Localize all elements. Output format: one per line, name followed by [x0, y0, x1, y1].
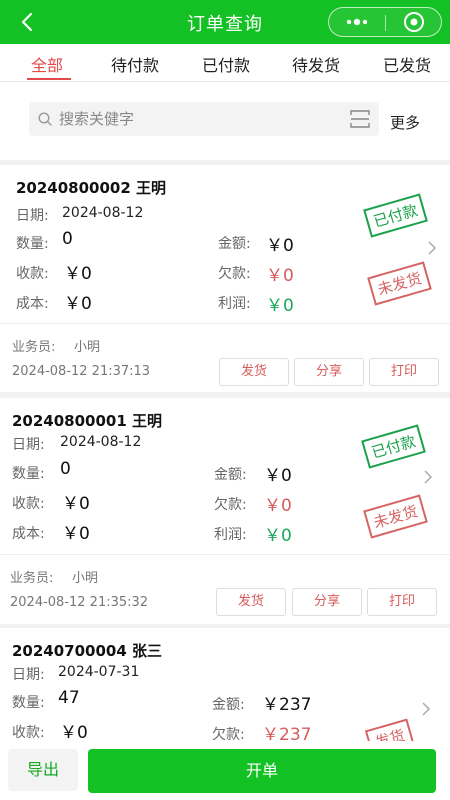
cost-value: ￥0 [62, 524, 90, 544]
owed-label: 欠款: [214, 497, 247, 513]
amount-label: 金额: [218, 236, 251, 252]
search-icon [38, 112, 52, 126]
search-area: 更多 [0, 82, 450, 160]
owed-label: 欠款: [212, 727, 245, 741]
print-button[interactable]: 打印 [367, 588, 437, 616]
date-label: 日期: [12, 437, 45, 453]
received-label: 收款: [12, 725, 45, 741]
cost-label: 成本: [12, 526, 45, 542]
share-button[interactable]: 分享 [294, 358, 364, 386]
quantity-label: 数量: [16, 236, 49, 252]
date-label: 日期: [12, 667, 45, 683]
tab-shipped[interactable]: 已发货 [383, 52, 431, 76]
nav-bar: 订单查询 [0, 0, 450, 44]
mini-program-capsule [328, 7, 442, 37]
more-filter-button[interactable]: 更多 [390, 112, 420, 133]
status-tabs: 全部 待付款 已付款 待发货 已发货 [0, 44, 450, 82]
scan-icon[interactable] [349, 108, 371, 130]
bottom-action-bar: 导出 开单 [0, 741, 450, 800]
order-date: 2024-08-12 [60, 434, 142, 450]
cost-value: ￥0 [64, 294, 92, 314]
unshipped-stamp: 未发货 [363, 494, 428, 539]
tab-paid[interactable]: 已付款 [202, 52, 250, 76]
order-footer: 业务员: 小明 2024-08-12 21:35:32 发货 分享 打印 [0, 554, 450, 624]
share-button[interactable]: 分享 [292, 588, 362, 616]
received-label: 收款: [16, 266, 49, 282]
order-timestamp: 2024-08-12 21:37:13 [12, 364, 151, 379]
amount-value: ￥0 [266, 236, 294, 256]
order-footer: 业务员: 小明 2024-08-12 21:37:13 发货 分享 打印 [0, 323, 450, 392]
quantity-value: 0 [60, 459, 71, 479]
owed-value: ￥237 [262, 725, 312, 741]
order-date: 2024-08-12 [62, 205, 144, 221]
more-dots-icon[interactable] [329, 8, 385, 36]
profit-label: 利润: [218, 296, 251, 312]
ship-button[interactable]: 发货 [219, 358, 289, 386]
owed-value: ￥0 [266, 266, 294, 286]
received-label: 收款: [12, 496, 45, 512]
order-timestamp: 2024-08-12 21:35:32 [10, 595, 149, 610]
unshipped-stamp: 发货 [364, 718, 416, 741]
chevron-right-icon[interactable] [426, 239, 438, 257]
quantity-value: 47 [58, 688, 80, 708]
order-card[interactable]: 20240700004 张三 日期: 2024-07-31 数量: 47 金额:… [0, 628, 450, 741]
profit-label: 利润: [214, 527, 247, 543]
received-value: ￥0 [64, 264, 92, 284]
paid-stamp: 已付款 [363, 193, 428, 238]
active-tab-indicator [27, 78, 71, 80]
profit-value: ￥0 [264, 526, 292, 546]
export-button[interactable]: 导出 [8, 749, 78, 791]
close-target-icon[interactable] [386, 8, 442, 36]
search-input[interactable] [59, 107, 339, 131]
create-order-button[interactable]: 开单 [88, 749, 436, 793]
quantity-label: 数量: [12, 695, 45, 711]
ship-button[interactable]: 发货 [216, 588, 286, 616]
received-value: ￥0 [60, 723, 88, 741]
order-card[interactable]: 20240800001 王明 日期: 2024-08-12 数量: 0 金额: … [0, 398, 450, 624]
owed-label: 欠款: [218, 266, 251, 282]
amount-value: ￥237 [262, 695, 312, 715]
paid-stamp: 已付款 [361, 424, 426, 469]
order-title: 20240700004 张三 [12, 642, 163, 660]
chevron-right-icon[interactable] [420, 700, 432, 718]
cost-label: 成本: [16, 296, 49, 312]
profit-value: ￥0 [266, 296, 294, 316]
print-button[interactable]: 打印 [369, 358, 439, 386]
amount-label: 金额: [214, 467, 247, 483]
amount-value: ￥0 [264, 466, 292, 486]
order-date: 2024-07-31 [58, 664, 140, 680]
order-title: 20240800002 王明 [16, 179, 167, 197]
order-title: 20240800001 王明 [12, 412, 163, 430]
amount-label: 金额: [212, 697, 245, 713]
salesman-label: 业务员: [10, 571, 54, 586]
date-label: 日期: [16, 208, 49, 224]
salesman-name: 小明 [74, 340, 101, 355]
chevron-right-icon[interactable] [422, 468, 434, 486]
search-box [29, 102, 379, 136]
salesman-label: 业务员: [12, 340, 56, 355]
received-value: ￥0 [62, 494, 90, 514]
tab-pending-payment[interactable]: 待付款 [111, 52, 159, 76]
owed-value: ￥0 [264, 496, 292, 516]
quantity-value: 0 [62, 229, 73, 249]
tab-all[interactable]: 全部 [31, 52, 63, 76]
quantity-label: 数量: [12, 466, 45, 482]
tab-pending-shipment[interactable]: 待发货 [292, 52, 340, 76]
order-card[interactable]: 20240800002 王明 日期: 2024-08-12 数量: 0 金额: … [0, 165, 450, 392]
unshipped-stamp: 未发货 [367, 261, 432, 306]
salesman-name: 小明 [72, 571, 99, 586]
